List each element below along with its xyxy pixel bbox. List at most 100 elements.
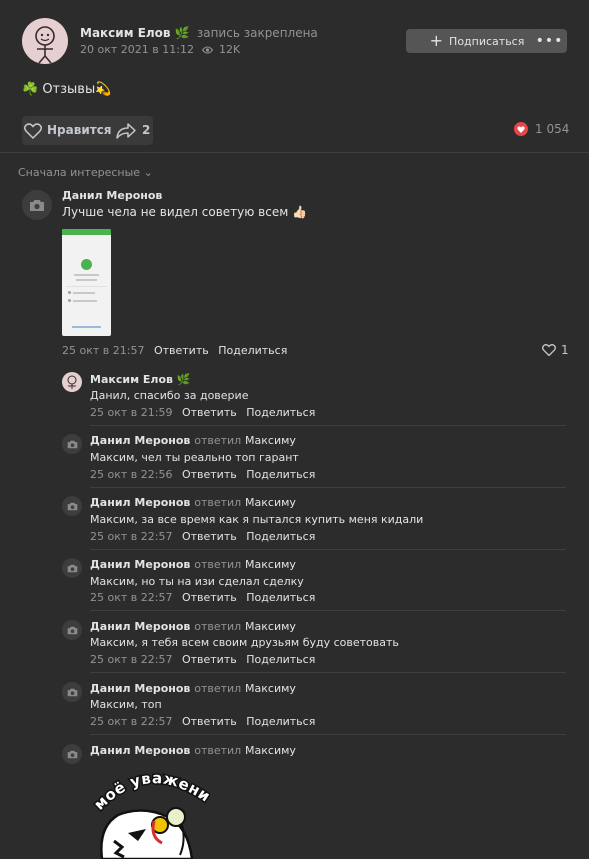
replied-to[interactable]: Максиму xyxy=(245,558,296,571)
comment-attachment-image[interactable] xyxy=(62,229,111,336)
reply-text: Максим, чел ты реально топ гарант xyxy=(90,451,299,464)
reply-button[interactable]: Ответить xyxy=(154,344,209,357)
reply-author[interactable]: Данил Меронов ответил Максиму xyxy=(90,744,296,757)
reply-author-name[interactable]: Данил Меронов xyxy=(90,620,190,633)
reactions-summary[interactable]: 1 054 xyxy=(514,122,569,136)
reply-button[interactable]: Ответить xyxy=(182,653,237,666)
reply-author[interactable]: Данил Меронов ответил Максиму xyxy=(90,620,296,633)
reply-author[interactable]: Данил Меронов ответил Максиму xyxy=(90,496,296,509)
reply-avatar[interactable] xyxy=(62,372,82,392)
replied-word: ответил xyxy=(194,496,242,509)
camera-icon xyxy=(67,626,77,634)
reply-author[interactable]: Данил Меронов ответил Максиму xyxy=(90,434,296,447)
reply-author-name[interactable]: Максим Елов xyxy=(90,373,173,386)
reply-button[interactable]: Ответить xyxy=(182,530,237,543)
reply-author-name[interactable]: Данил Меронов xyxy=(90,434,190,447)
share-comment-button[interactable]: Поделиться xyxy=(246,591,315,604)
reactions-count: 1 054 xyxy=(535,122,570,136)
more-icon: ••• xyxy=(535,33,564,49)
reply-avatar[interactable] xyxy=(62,558,82,578)
share-comment-button[interactable]: Поделиться xyxy=(246,530,315,543)
reply-avatar[interactable] xyxy=(62,682,82,702)
author-avatar[interactable] xyxy=(22,18,68,64)
sticker-caption: моё уважение xyxy=(81,752,215,816)
heart-outline-icon xyxy=(542,344,556,356)
reply-avatar[interactable] xyxy=(62,620,82,640)
camera-icon xyxy=(67,502,77,510)
post-date[interactable]: 20 окт 2021 в 11:12 xyxy=(80,43,194,56)
subscribe-button[interactable]: + Подписаться xyxy=(406,29,548,53)
reply-button[interactable]: Ответить xyxy=(182,715,237,728)
replied-to[interactable]: Максиму xyxy=(245,620,296,633)
share-icon[interactable] xyxy=(116,123,136,139)
reply-date[interactable]: 25 окт в 22:57 xyxy=(90,530,172,543)
like-share-group: Нравится 2 xyxy=(22,116,153,145)
reply-avatar[interactable] xyxy=(62,434,82,454)
reply-avatar[interactable] xyxy=(62,496,82,516)
reply-date[interactable]: 25 окт в 21:59 xyxy=(90,406,172,419)
divider xyxy=(90,610,566,611)
comment-date[interactable]: 25 окт в 21:57 xyxy=(62,344,144,357)
reply-text: Максим, за все время как я пытался купит… xyxy=(90,513,424,526)
reply-author[interactable]: Данил Меронов ответил Максиму xyxy=(90,558,296,571)
leaf-badge-icon: 🌿 xyxy=(174,26,190,40)
replied-word: ответил xyxy=(194,434,242,447)
divider xyxy=(0,152,589,153)
reply-footer: 25 окт в 22:57 Ответить Поделиться xyxy=(90,715,315,728)
replied-to[interactable]: Максиму xyxy=(245,744,296,757)
share-comment-button[interactable]: Поделиться xyxy=(246,653,315,666)
comment-text: Лучше чела не видел советую всем 👍🏻 xyxy=(62,205,308,219)
replied-to[interactable]: Максиму xyxy=(245,434,296,447)
reply-date[interactable]: 25 окт в 22:56 xyxy=(90,468,172,481)
comment-like-button[interactable]: 1 xyxy=(542,343,569,357)
replied-word: ответил xyxy=(194,558,242,571)
reply-footer: 25 окт в 22:57 Ответить Поделиться xyxy=(90,591,315,604)
reply-button[interactable]: Ответить xyxy=(182,468,237,481)
share-count[interactable]: 2 xyxy=(142,123,150,137)
share-comment-button[interactable]: Поделиться xyxy=(246,406,315,419)
camera-icon xyxy=(67,564,77,572)
reply-author-name[interactable]: Данил Меронов xyxy=(90,496,190,509)
reply-date[interactable]: 25 окт в 22:57 xyxy=(90,653,172,666)
reply-author-name[interactable]: Данил Меронов xyxy=(90,744,190,757)
post-card: Максим Елов 🌿 запись закреплена 20 окт 2… xyxy=(0,0,589,859)
reply-author[interactable]: Максим Елов 🌿 xyxy=(90,373,191,386)
leaf-badge-icon: 🌿 xyxy=(176,373,191,386)
heart-outline-icon[interactable] xyxy=(24,123,42,139)
replied-word: ответил xyxy=(194,682,242,695)
sticker-image[interactable]: моё уважение xyxy=(81,752,215,859)
plus-icon: + xyxy=(429,31,444,50)
reply-author-name[interactable]: Данил Меронов xyxy=(90,682,190,695)
share-comment-button[interactable]: Поделиться xyxy=(246,468,315,481)
post-meta: 20 окт 2021 в 11:12 12K xyxy=(80,43,240,56)
share-comment-button[interactable]: Поделиться xyxy=(246,715,315,728)
divider xyxy=(90,425,566,426)
reply-text: Максим, но ты на изи сделал сделку xyxy=(90,575,304,588)
more-options-button[interactable]: ••• xyxy=(532,29,567,53)
pinned-label: запись закреплена xyxy=(196,26,318,40)
reply-author-name[interactable]: Данил Меронов xyxy=(90,558,190,571)
reply-avatar[interactable] xyxy=(62,744,82,764)
replied-to[interactable]: Максиму xyxy=(245,682,296,695)
reply-footer: 25 окт в 22:56 Ответить Поделиться xyxy=(90,468,315,481)
reply-footer: 25 окт в 21:59 Ответить Поделиться xyxy=(90,406,315,419)
reply-author[interactable]: Данил Меронов ответил Максиму xyxy=(90,682,296,695)
camera-icon xyxy=(67,750,77,758)
commenter-avatar[interactable] xyxy=(22,190,52,220)
reply-button[interactable]: Ответить xyxy=(182,406,237,419)
comment-author[interactable]: Данил Меронов xyxy=(62,189,162,202)
post-author[interactable]: Максим Елов 🌿 запись закреплена xyxy=(80,26,318,40)
reply-date[interactable]: 25 окт в 22:57 xyxy=(90,591,172,604)
replied-to[interactable]: Максиму xyxy=(245,496,296,509)
post-author-name[interactable]: Максим Елов xyxy=(80,26,171,40)
divider xyxy=(90,734,566,735)
reply-button[interactable]: Ответить xyxy=(182,591,237,604)
eye-icon xyxy=(202,46,214,54)
subscribe-label: Подписаться xyxy=(449,34,525,48)
reply-footer: 25 окт в 22:57 Ответить Поделиться xyxy=(90,653,315,666)
share-comment-button[interactable]: Поделиться xyxy=(218,344,287,357)
reply-date[interactable]: 25 окт в 22:57 xyxy=(90,715,172,728)
camera-icon xyxy=(67,440,77,448)
like-button[interactable]: Нравится xyxy=(47,123,112,137)
comments-sort-dropdown[interactable]: Сначала интересные ⌄ xyxy=(18,166,153,179)
